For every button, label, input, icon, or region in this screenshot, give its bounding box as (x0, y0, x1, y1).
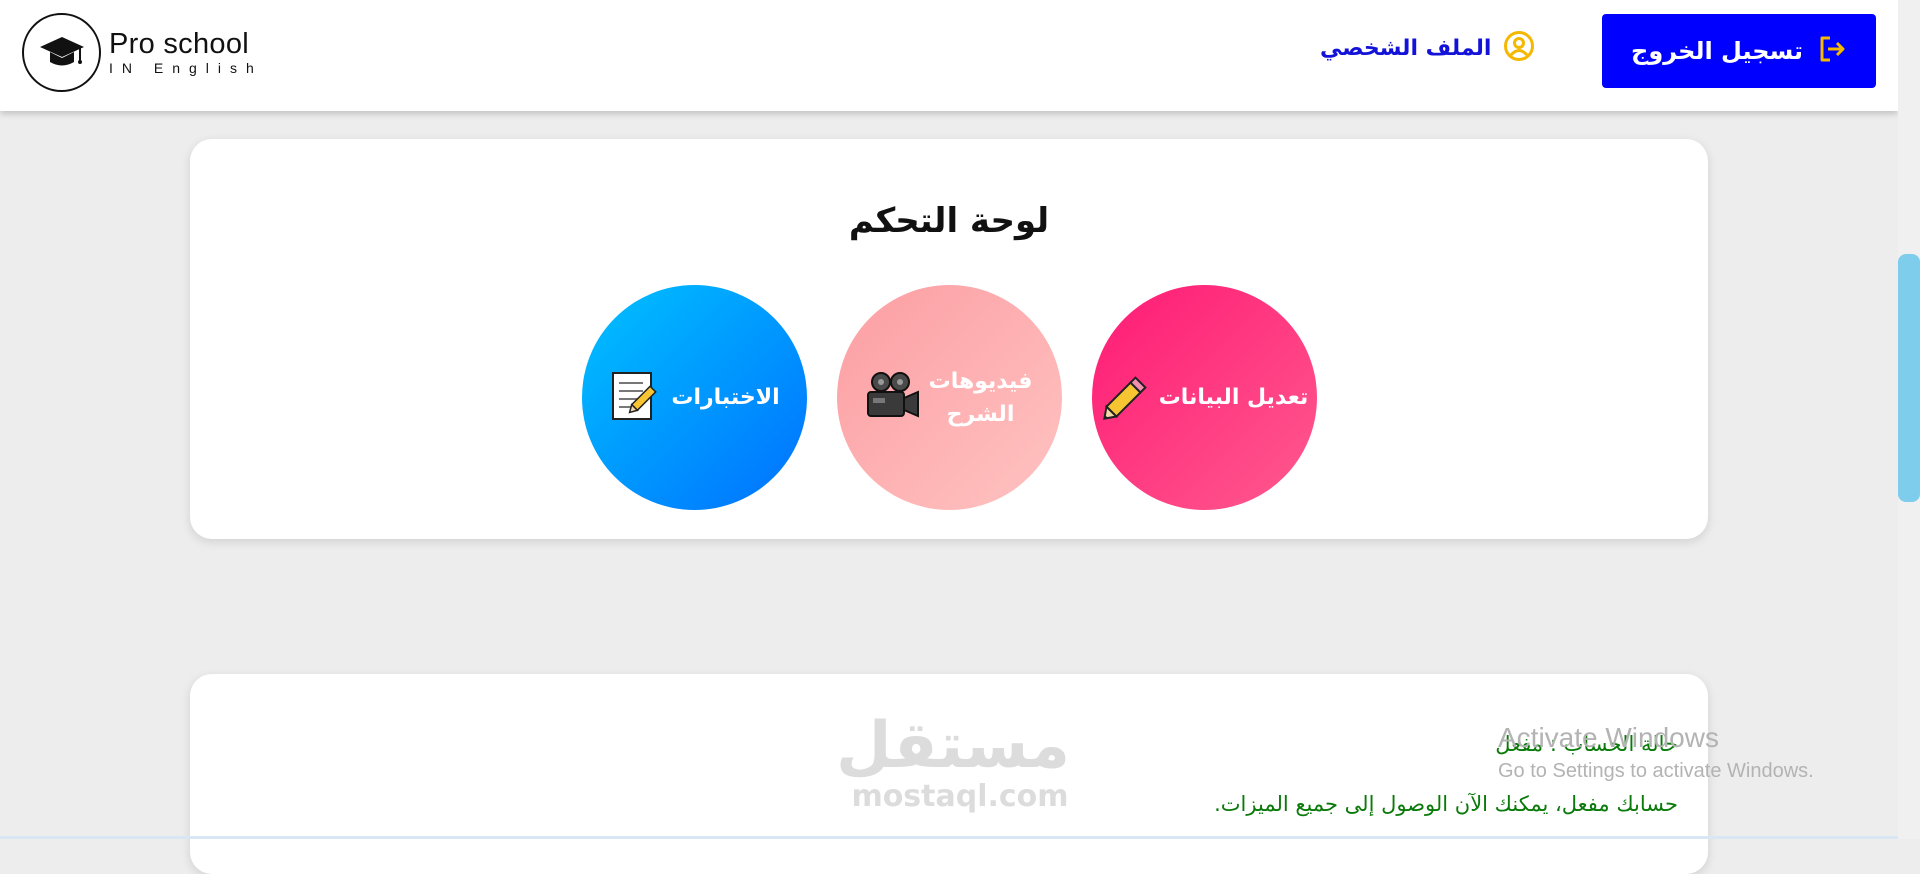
logout-label: تسجيل الخروج (1631, 37, 1803, 65)
profile-link[interactable]: الملف الشخصي (1320, 30, 1535, 66)
scrollbar-thumb[interactable] (1898, 254, 1920, 502)
movie-camera-icon (864, 368, 920, 428)
logo-title: Pro school (109, 28, 250, 60)
windows-activation-notice: Activate Windows Go to Settings to activ… (1498, 722, 1814, 783)
activation-title: Activate Windows (1498, 722, 1719, 753)
watermark-arabic: مستقل (835, 709, 1070, 783)
logout-icon (1817, 34, 1847, 68)
logo-subtitle: IN English (109, 60, 263, 76)
account-status-card: مستقل mostaql.com حالة الحساب : مفعل حسا… (190, 674, 1708, 874)
top-header: Pro school IN English الملف الشخصي تسجيل… (0, 0, 1898, 111)
dashboard-title: لوحة التحكم (848, 201, 1050, 241)
explainer-videos-tile[interactable]: فيديوهات الشرح (837, 285, 1062, 510)
user-circle-icon (1503, 30, 1535, 66)
graduation-cap-icon (22, 13, 101, 92)
memo-icon (609, 369, 663, 427)
activation-subtitle: Go to Settings to activate Windows. (1498, 760, 1814, 782)
pencil-icon (1101, 370, 1153, 426)
edit-data-label: تعديل البيانات (1158, 385, 1309, 410)
edit-data-tile[interactable]: تعديل البيانات (1092, 285, 1317, 510)
tests-label: الاختبارات (671, 385, 780, 410)
watermark-english: mostaql.com (851, 779, 1069, 814)
profile-label: الملف الشخصي (1320, 35, 1492, 61)
logo-text: Pro school IN English (109, 28, 263, 76)
logo[interactable]: Pro school IN English (22, 13, 263, 92)
logout-button[interactable]: تسجيل الخروج (1602, 14, 1876, 88)
tests-tile[interactable]: الاختبارات (582, 285, 807, 510)
account-status-message: حسابك مفعل، يمكنك الآن الوصول إلى جميع ا… (1214, 792, 1678, 816)
dashboard-card: لوحة التحكم تعديل البيانات فيديوهات الشر… (190, 139, 1708, 539)
explainer-videos-label: فيديوهات الشرح (928, 368, 1033, 427)
mostaql-watermark: مستقل mostaql.com (835, 709, 1070, 814)
